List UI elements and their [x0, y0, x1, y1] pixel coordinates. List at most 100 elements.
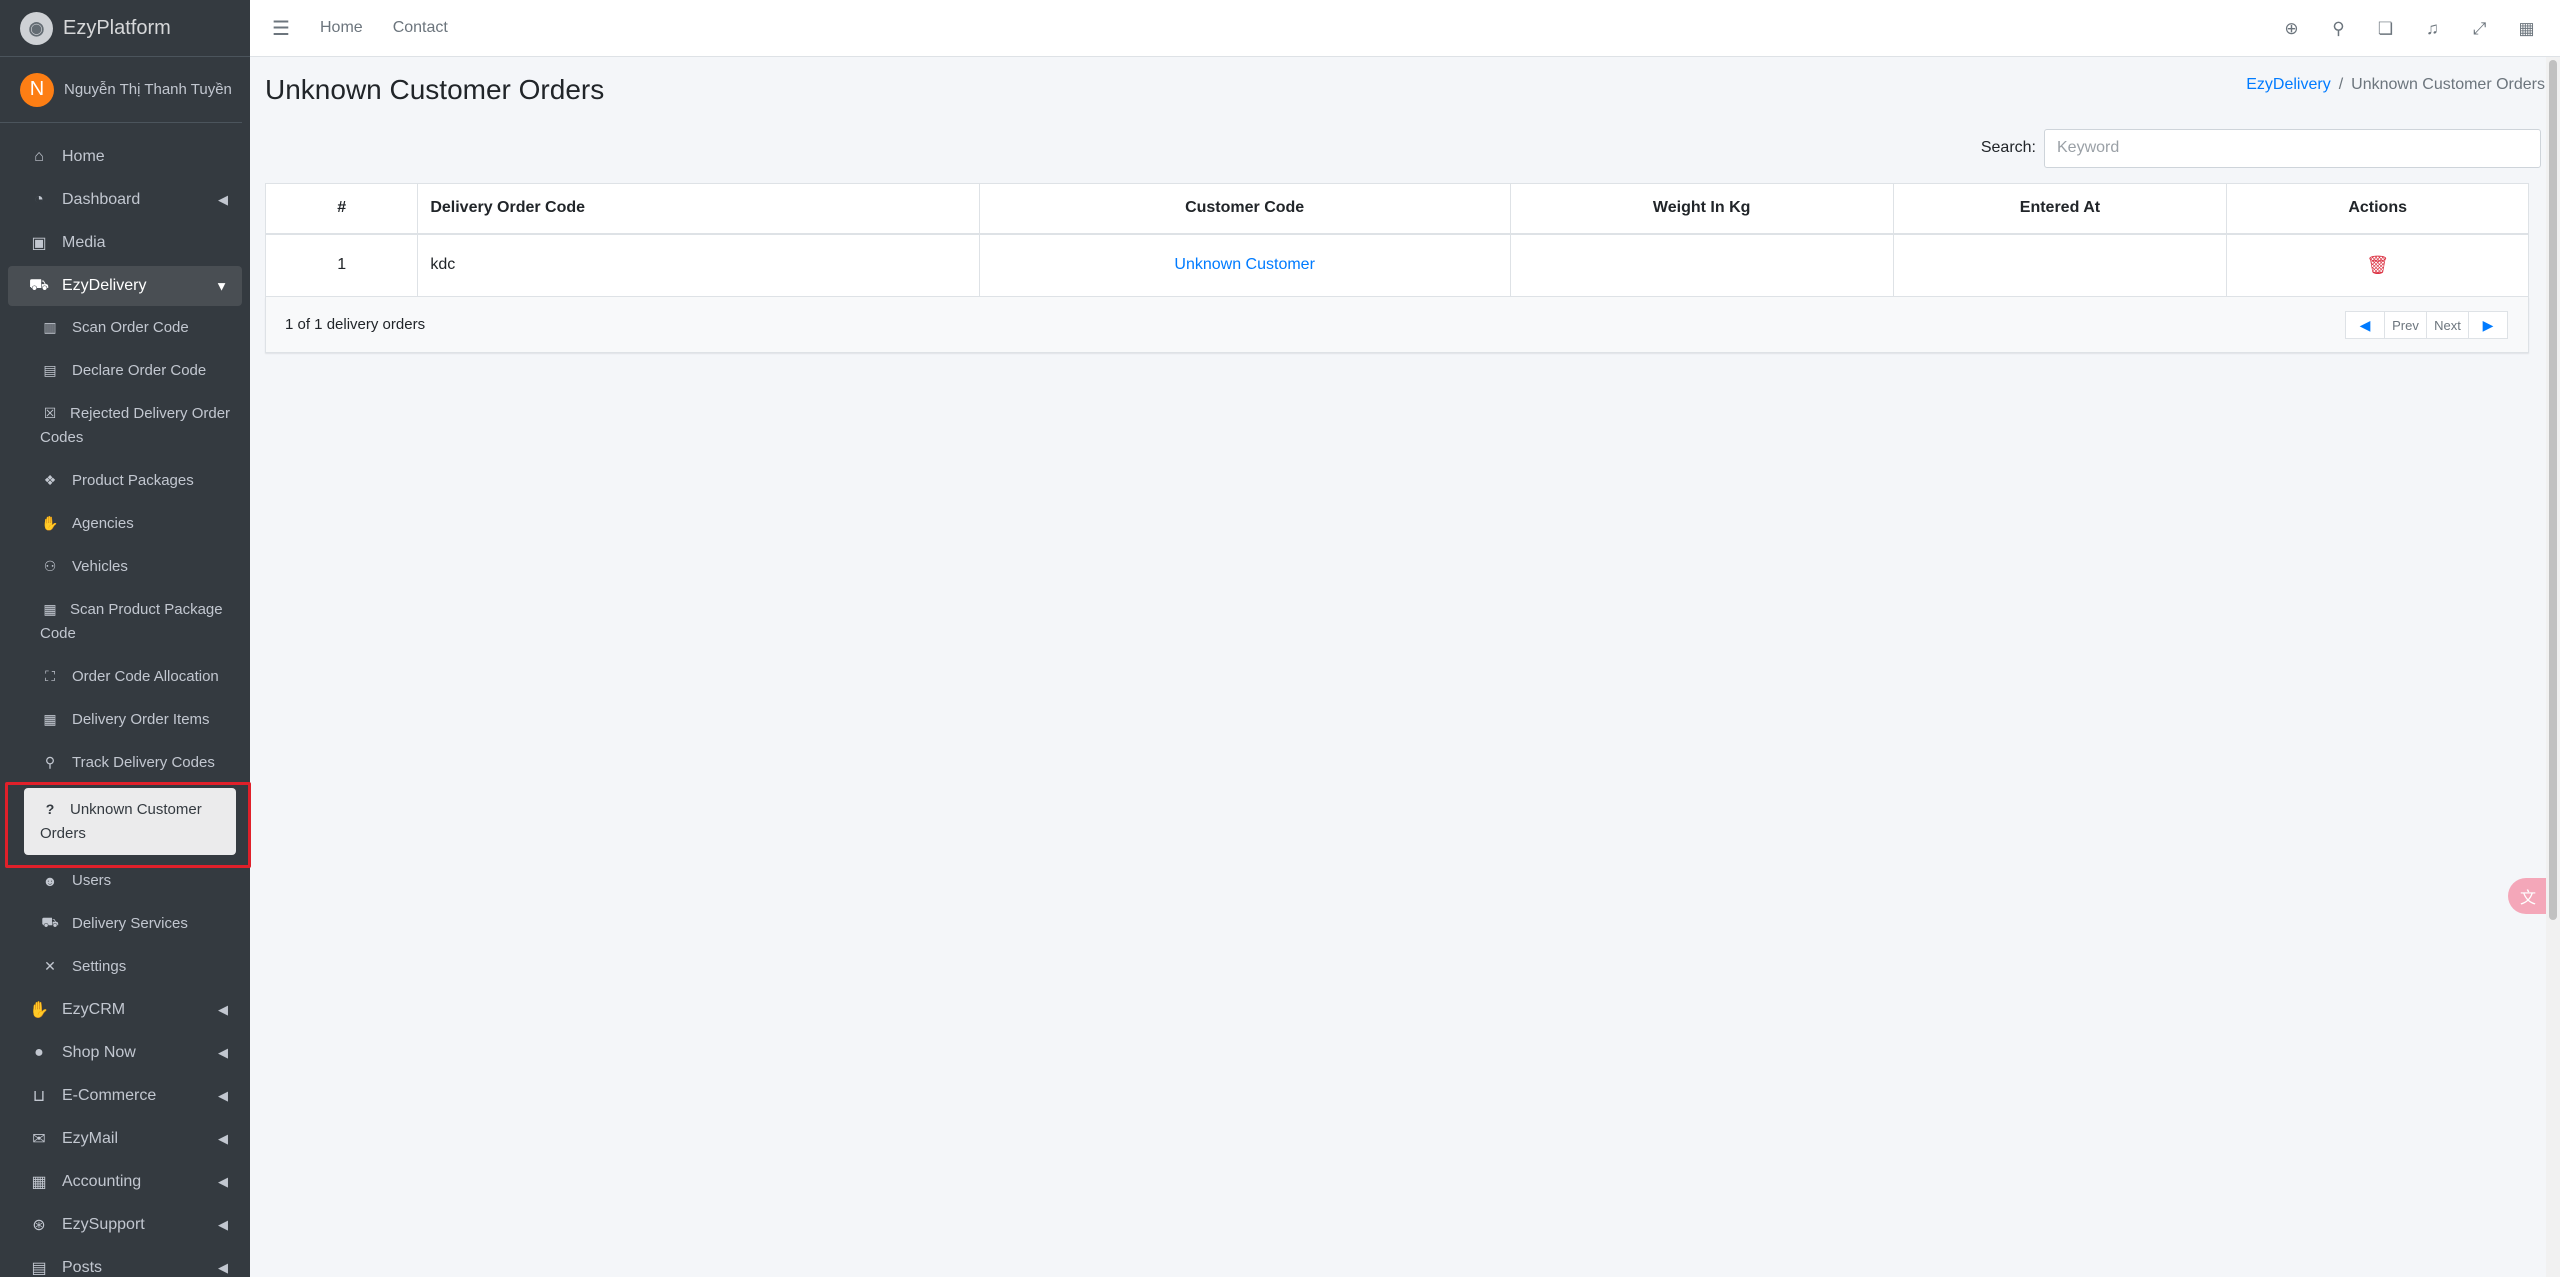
sidebar-item-e-commerce[interactable]: ⊔ E-Commerce ◀ [8, 1074, 242, 1117]
globe-icon[interactable]: ⊕ [2268, 19, 2315, 39]
sidebar-item-home[interactable]: ⌂ Home [8, 135, 242, 178]
sidebar: ◉ EzyPlatform N Nguyễn Thị Thanh Tuyền ⌂… [0, 0, 250, 1277]
sidebar-item-scan-order-code[interactable]: ▥ Scan Order Code [8, 306, 242, 349]
sidebar-item-product-packages[interactable]: ❖ Product Packages [8, 459, 242, 502]
sidebar-item-vehicles[interactable]: ⚇ Vehicles [8, 545, 242, 588]
next-button[interactable]: Next [2426, 311, 2469, 339]
sidebar-item-shop-now[interactable]: ● Shop Now ◀ [8, 1031, 242, 1074]
truck-icon: ⛟ [41, 914, 59, 930]
sidebar-item-unknown-customer-orders[interactable]: ? Unknown Customer Orders [24, 788, 236, 855]
sidebar-item-label: EzyDelivery [62, 277, 147, 294]
search-label: Search: [1980, 139, 2036, 156]
nav-link-contact[interactable]: Contact [393, 19, 448, 37]
orders-table: # Delivery Order Code Customer Code Weig… [264, 183, 2529, 297]
sidebar-item-order-code-allocation[interactable]: ⛶ Order Code Allocation [8, 655, 242, 698]
table-footer: 1 of 1 delivery orders ◀ Prev Next ▶ [265, 297, 2529, 353]
scrollbar-thumb[interactable] [2549, 60, 2557, 920]
barcode-icon: ▥ [43, 319, 57, 335]
circle-icon: ● [34, 1043, 44, 1061]
file-icon: ▤ [43, 362, 57, 378]
customer-link[interactable]: Unknown Customer [1174, 256, 1315, 273]
page-title: Unknown Customer Orders [265, 74, 605, 105]
trash-icon[interactable]: 🗑 [2366, 255, 2389, 275]
handshake-icon: ✋ [41, 515, 59, 531]
chevron-left-icon: ◀ [218, 1216, 228, 1232]
chevron-left-icon: ◀ [218, 1001, 228, 1017]
orders-table-card: # Delivery Order Code Customer Code Weig… [264, 183, 2529, 353]
cell-actions: 🗑 [2226, 233, 2529, 297]
envelope-icon: ✉ [32, 1130, 46, 1148]
grid-icon[interactable]: ▦ [2503, 19, 2550, 39]
fullscreen-icon[interactable]: ⤢ [2456, 19, 2503, 39]
sidebar-item-label: Unknown Customer Orders [40, 801, 202, 842]
sidebar-item-agencies[interactable]: ✋ Agencies [8, 502, 242, 545]
sidebar-item-label: E-Commerce [62, 1086, 157, 1104]
sidebar-item-delivery-services[interactable]: ⛟ Delivery Services [8, 902, 242, 945]
user-name[interactable]: Nguyễn Thị Thanh Tuyền [64, 81, 232, 98]
cubes-icon: ❖ [43, 472, 57, 488]
sidebar-item-label: Agencies [72, 515, 134, 532]
image-icon: ▣ [31, 234, 47, 252]
sidebar-item-label: EzySupport [62, 1215, 145, 1233]
users-icon: ☻ [42, 872, 58, 889]
sidebar-item-scan-product-package-code[interactable]: ▦ Scan Product Package Code [8, 588, 242, 655]
column-header-entered-at[interactable]: Entered At [1892, 183, 2228, 235]
chevron-left-icon: ◀ [218, 1173, 228, 1189]
sidebar-item-ezycrm[interactable]: ✋ EzyCRM ◀ [8, 988, 242, 1031]
sitemap-icon: ⛶ [45, 668, 55, 684]
chevron-down-icon: ▼ [215, 278, 228, 294]
sidebar-item-users[interactable]: ☻ Users [8, 859, 242, 902]
breadcrumb-separator: / [2338, 76, 2344, 93]
sidebar-item-ezydelivery[interactable]: ⛟ EzyDelivery ▼ [8, 266, 242, 306]
translate-widget-icon[interactable]: 文 [2508, 878, 2548, 914]
search-icon: ⚲ [44, 754, 56, 770]
sidebar-item-declare-order-code[interactable]: ▤ Declare Order Code [8, 349, 242, 392]
cell-number: 1 [264, 233, 419, 297]
dashboard-icon: ◔ [34, 190, 44, 208]
sidebar-item-label: Declare Order Code [72, 362, 207, 379]
sidebar-item-label: Shop Now [62, 1043, 136, 1061]
cell-delivery-order-code: kdc [417, 233, 980, 297]
comments-icon[interactable]: ❏ [2362, 19, 2409, 39]
avatar: N [20, 72, 54, 107]
search-icon[interactable]: ⚲ [2315, 19, 2362, 39]
nav-link-home[interactable]: Home [320, 19, 363, 37]
breadcrumb-link-ezydelivery[interactable]: EzyDelivery [2246, 76, 2330, 93]
search-input[interactable] [2044, 128, 2541, 168]
handshake-icon: ✋ [29, 1001, 49, 1019]
chevron-left-icon: ◀ [218, 1130, 228, 1146]
bell-icon[interactable]: ♫ [2409, 19, 2456, 39]
sidebar-item-dashboard[interactable]: ◔ Dashboard ◀ [8, 178, 242, 221]
top-icons: ⊕ ⚲ ❏ ♫ ⤢ ▦ [2268, 0, 2550, 57]
search-row: Search: [1980, 128, 2541, 168]
arrow-right-circle-icon[interactable]: ▶ [2468, 311, 2508, 339]
motorcycle-icon: ⚇ [43, 558, 57, 574]
column-header-weight[interactable]: Weight In Kg [1509, 183, 1894, 235]
sidebar-item-ezymail[interactable]: ✉ EzyMail ◀ [8, 1117, 242, 1160]
arrow-left-circle-icon[interactable]: ◀ [2345, 311, 2385, 339]
x-square-icon: ☒ [43, 405, 57, 421]
sidebar-item-label: Users [72, 872, 112, 889]
sidebar-item-accounting[interactable]: ▦ Accounting ◀ [8, 1160, 242, 1203]
sidebar-item-label: Vehicles [72, 558, 128, 575]
hamburger-menu-icon[interactable]: ☰ [272, 16, 294, 41]
calculator-icon: ▦ [31, 1173, 47, 1191]
column-header-delivery-order-code[interactable]: Delivery Order Code [417, 183, 980, 235]
sidebar-item-settings[interactable]: ✕ Settings [8, 945, 242, 988]
qrcode-icon: ▦ [43, 601, 57, 617]
sidebar-item-rejected-delivery-order-codes[interactable]: ☒ Rejected Delivery Order Codes [8, 392, 242, 459]
prev-button[interactable]: Prev [2384, 311, 2427, 339]
brand-link[interactable]: ◉ EzyPlatform [0, 0, 250, 57]
sidebar-item-delivery-order-items[interactable]: ▦ Delivery Order Items [8, 698, 242, 741]
sidebar-item-label: Delivery Order Items [72, 711, 210, 728]
sidebar-item-ezysupport[interactable]: ⊛ EzySupport ◀ [8, 1203, 242, 1246]
user-panel[interactable]: N Nguyễn Thị Thanh Tuyền [0, 57, 242, 123]
sidebar-item-track-delivery-codes[interactable]: ⚲ Track Delivery Codes [8, 741, 242, 784]
sidebar-item-media[interactable]: ▣ Media [8, 221, 242, 264]
table-header-row: # Delivery Order Code Customer Code Weig… [264, 183, 2529, 235]
column-header-number[interactable]: # [264, 183, 419, 235]
column-header-customer-code[interactable]: Customer Code [978, 183, 1511, 235]
sidebar-item-label: Accounting [62, 1172, 142, 1190]
sidebar-item-label: Rejected Delivery Order Codes [40, 405, 231, 446]
sidebar-item-posts[interactable]: ▤ Posts ◀ [8, 1246, 242, 1277]
